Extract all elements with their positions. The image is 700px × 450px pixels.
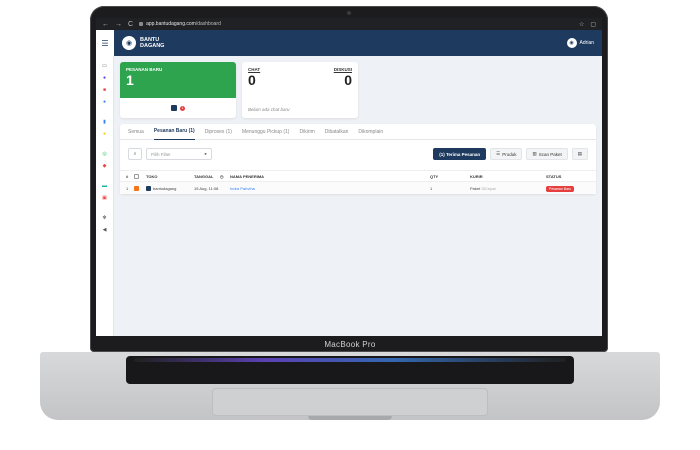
chat-count: 0 (248, 72, 256, 88)
produk-button-label: Produk (502, 151, 517, 157)
print-icon[interactable]: ▤ (571, 148, 588, 160)
table-header: # TOKO TANGGAL ◷ NAMA PENERIMA QTY KURIR… (120, 170, 596, 182)
refresh-icon[interactable]: ◎ (96, 148, 114, 160)
window-icon[interactable]: ▢ (590, 21, 596, 28)
star-icon[interactable]: ● (96, 128, 114, 140)
brand-name: BANTU DAGANG (140, 37, 165, 49)
filter-select[interactable]: Pilih Filter ▸ (146, 148, 212, 160)
status-badge: Pesanan Baru (546, 185, 575, 192)
chat-card[interactable]: CHAT DISKUSI 0 0 Belum ada chat baru (242, 62, 358, 118)
order-tabs: Semua Pesanan Baru (1) Diproses (1) Menungg… (120, 124, 596, 140)
header-status: STATUS (546, 173, 562, 179)
camera (347, 11, 351, 15)
brand-logo-icon: ◉ (122, 36, 136, 50)
tab-diproses-1[interactable]: Diproses (1) (205, 124, 232, 140)
clock-icon[interactable]: ◷ (220, 174, 230, 179)
orders-panel: Semua Pesanan Baru (1) Diproses (1) Menungg… (120, 124, 596, 194)
bookmark-star-icon[interactable]: ☆ (579, 21, 584, 28)
tag-icon[interactable]: ◆ (96, 160, 114, 172)
document-icon[interactable]: ▣ (96, 192, 114, 204)
reload-icon[interactable]: C (128, 21, 133, 28)
filter-bar: ⌕ Pilih Filter ▸ (1) Terima Pesanan ☰ Pro… (120, 140, 596, 168)
list-icon: ☰ (496, 151, 501, 156)
tab-dikirim[interactable]: Dikirim (299, 124, 314, 140)
accept-orders-button[interactable]: (1) Terima Pesanan (433, 148, 487, 160)
new-orders-count: 1 (126, 72, 134, 88)
main-content: PESANAN BARU 1 1 CHAT DISKUSI 0 0 Belum … (120, 62, 596, 194)
row-kurir-name: Paket (470, 185, 481, 191)
device-label: MacBook Pro (324, 340, 376, 349)
produk-button[interactable]: ☰ Produk (490, 148, 523, 160)
new-orders-card[interactable]: PESANAN BARU 1 1 (120, 62, 236, 118)
scan-button-label: Scan Paket (538, 151, 562, 157)
header-nama[interactable]: NAMA PENERIMA (230, 174, 430, 179)
url-domain: app.bantudagang.com (146, 21, 196, 27)
row-checkbox[interactable] (134, 185, 139, 191)
menu-icon[interactable]: ☰ (96, 30, 114, 56)
megaphone-icon[interactable]: ◀ (96, 224, 114, 236)
user-menu[interactable]: ◉ Adrian (566, 38, 594, 48)
tab-dikomplain[interactable]: Dikomplain (358, 124, 383, 140)
app-header: ☰ ◉ BANTU DAGANG ◉ Adrian (96, 30, 602, 56)
header-no: # (126, 173, 129, 179)
gear-icon[interactable]: ✻ (96, 212, 114, 224)
forward-icon[interactable]: → (115, 21, 122, 28)
row-kurir: Paket SiCepat (470, 186, 546, 191)
header-toko[interactable]: TOKO (146, 174, 194, 179)
store-icon[interactable]: ▬ (96, 180, 114, 192)
tab-dibatalkan[interactable]: Dibatalkan (325, 124, 349, 140)
store-icon (171, 105, 177, 111)
brand[interactable]: ◉ BANTU DAGANG (122, 36, 174, 50)
empty-chat-text: Belum ada chat baru (248, 107, 290, 112)
user-name: Adrian (579, 40, 594, 46)
recipient-link[interactable]: Indra Pahvtha (230, 186, 255, 191)
search-icon[interactable]: ⌕ (128, 148, 142, 160)
browser-toolbar: ← → C app.bantudagang.com/dashboard ☆ ▢ (96, 18, 602, 30)
row-toko-name: bantudagang (153, 185, 177, 191)
chevron-right-icon: ▸ (204, 151, 207, 156)
chart-icon[interactable]: ▮ (96, 116, 114, 128)
address-bar[interactable]: app.bantudagang.com/dashboard (139, 21, 573, 27)
url-path: /dashboard (195, 21, 221, 27)
select-all-checkbox[interactable] (134, 173, 139, 179)
row-toko: bantudagang (146, 185, 194, 191)
table-row[interactable]: 1 bantudagang 15 Aug, 11:08 Indra Pahvth… (120, 182, 596, 194)
touch-bar (134, 358, 566, 362)
summary-cards: PESANAN BARU 1 1 CHAT DISKUSI 0 0 Belum … (120, 62, 596, 118)
user-icon[interactable]: ● (96, 96, 114, 108)
screen: ← → C app.bantudagang.com/dashboard ☆ ▢ … (96, 18, 602, 336)
scan-package-button[interactable]: ▥ Scan Paket (526, 148, 568, 160)
tab-semua[interactable]: Semua (128, 124, 144, 140)
avatar: ◉ (566, 38, 577, 48)
chat-icon[interactable]: ● (96, 72, 114, 84)
header-tanggal[interactable]: TANGGAL (194, 174, 220, 179)
back-icon[interactable]: ← (102, 21, 109, 28)
monitor-icon[interactable]: ▭ (96, 60, 114, 72)
sidebar: ▭ ● ■ ● ▮ ● ◎ ◆ ▬ ▣ ✻ ◀ (96, 56, 114, 336)
row-kurir-sub: SiCepat (481, 185, 496, 191)
header-kurir: KURIR (470, 173, 483, 179)
new-orders-badge: 1 (180, 105, 185, 111)
store-icon (146, 185, 151, 191)
box-icon[interactable]: ■ (96, 84, 114, 96)
row-nama: Indra Pahvtha (230, 186, 430, 191)
laptop: ← → C app.bantudagang.com/dashboard ☆ ▢ … (0, 0, 700, 450)
tab-pesanan-baru-1[interactable]: Pesanan Baru (1) (153, 124, 195, 140)
lid-notch (308, 416, 392, 420)
trackpad (212, 388, 488, 416)
orders-table: # TOKO TANGGAL ◷ NAMA PENERIMA QTY KURIR… (120, 170, 596, 194)
row-qty: 1 (430, 185, 433, 191)
barcode-icon: ▥ (532, 151, 537, 156)
filter-select-value: Pilih Filter (151, 151, 171, 157)
header-qty: QTY (430, 173, 439, 179)
row-tanggal: 15 Aug, 11:08 (194, 185, 219, 191)
diskusi-count: 0 (344, 72, 352, 88)
tab-menunggu-pickup-1[interactable]: Menunggu Pickup (1) (242, 124, 290, 140)
lock-icon (139, 22, 144, 26)
row-no: 1 (126, 185, 129, 191)
